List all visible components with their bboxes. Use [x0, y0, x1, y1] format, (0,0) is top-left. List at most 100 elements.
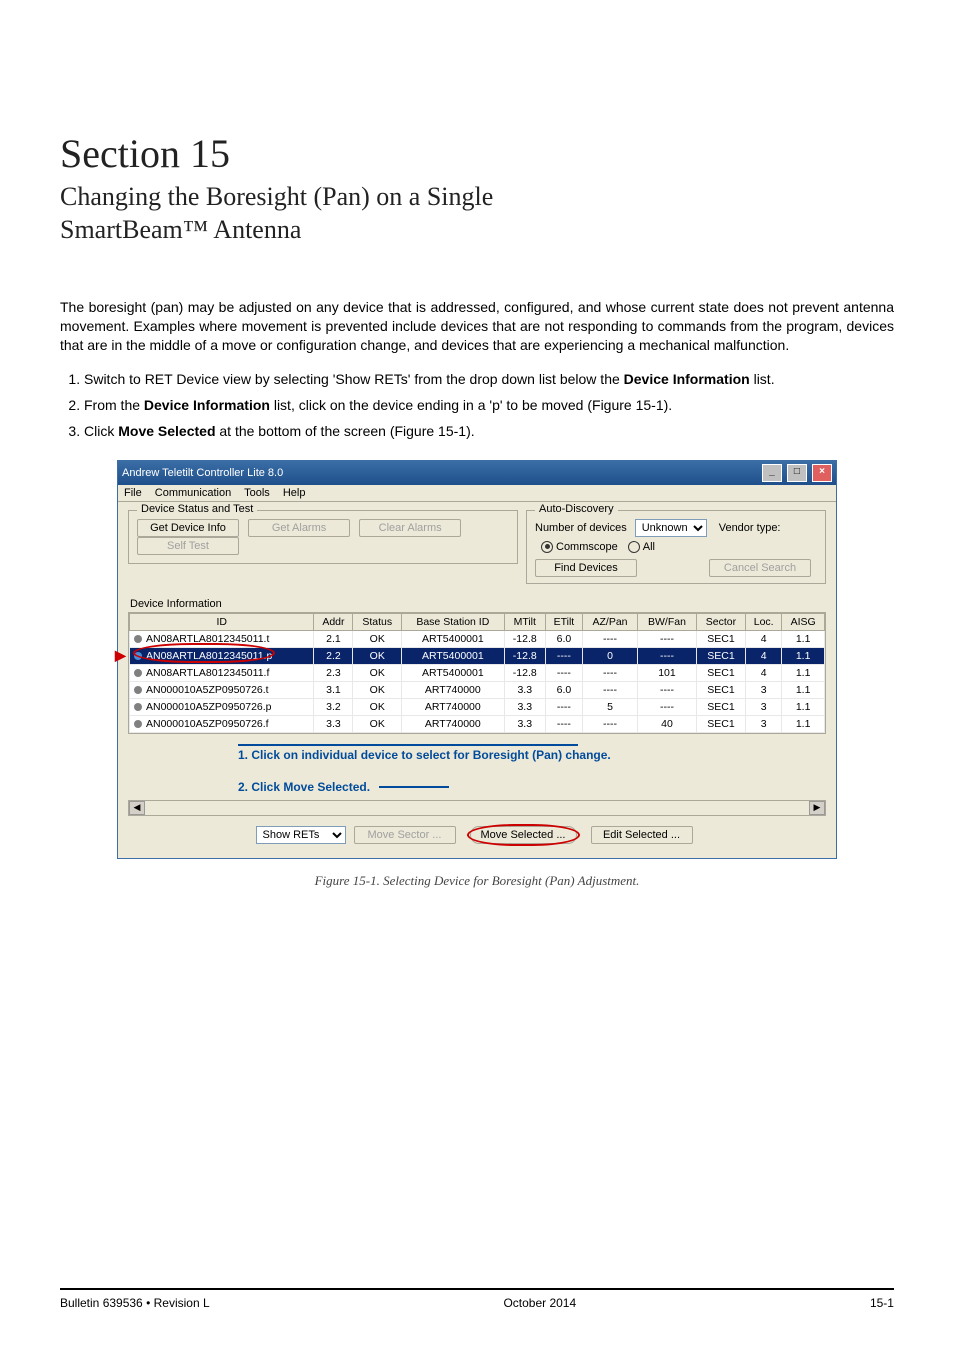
menu-communication[interactable]: Communication	[155, 487, 231, 499]
cell: ----	[582, 681, 637, 698]
group-auto-discovery-legend: Auto-Discovery	[535, 503, 618, 515]
cell: 1.1	[782, 681, 825, 698]
col-bwfan[interactable]: BW/Fan	[638, 613, 697, 630]
device-information-label: Device Information	[130, 598, 826, 610]
cell: 3.1	[314, 681, 353, 698]
section-title: Changing the Boresight (Pan) on a Single…	[60, 181, 894, 246]
cancel-search-button[interactable]: Cancel Search	[709, 559, 811, 577]
cell: 4	[746, 630, 782, 647]
cell: 2.2	[314, 647, 353, 664]
cell: OK	[353, 715, 402, 732]
cell: OK	[353, 647, 402, 664]
section-number: Section 15	[60, 130, 894, 177]
cell: OK	[353, 664, 402, 681]
step-3: Click Move Selected at the bottom of the…	[84, 421, 894, 441]
show-rets-select[interactable]: Show RETs	[256, 826, 346, 844]
table-row[interactable]: AN08ARTLA8012345011.t2.1OKART5400001-12.…	[130, 630, 825, 647]
cell: 1.1	[782, 630, 825, 647]
step-2: From the Device Information list, click …	[84, 395, 894, 415]
cell: ----	[582, 664, 637, 681]
horizontal-scrollbar[interactable]: ◀ ▶	[128, 800, 826, 816]
find-devices-button[interactable]: Find Devices	[535, 559, 637, 577]
cell: SEC1	[696, 698, 745, 715]
col-status[interactable]: Status	[353, 613, 402, 630]
table-row[interactable]: AN000010A5ZP0950726.p3.2OKART7400003.3--…	[130, 698, 825, 715]
menu-file[interactable]: File	[124, 487, 142, 499]
cell: AN000010A5ZP0950726.f	[130, 715, 314, 732]
cell: AN000010A5ZP0950726.t	[130, 681, 314, 698]
intro-paragraph: The boresight (pan) may be adjusted on a…	[60, 298, 894, 355]
scroll-left-icon[interactable]: ◀	[129, 801, 145, 815]
steps-list: Switch to RET Device view by selecting '…	[60, 369, 894, 442]
cell: AN000010A5ZP0950726.p	[130, 698, 314, 715]
table-row[interactable]: AN000010A5ZP0950726.f3.3OKART7400003.3--…	[130, 715, 825, 732]
grid-header-row: ID Addr Status Base Station ID MTilt ETi…	[130, 613, 825, 630]
cell: AN08ARTLA8012345011.f	[130, 664, 314, 681]
menubar[interactable]: File Communication Tools Help	[118, 485, 836, 502]
status-bullet-icon	[134, 652, 142, 660]
cell: 3	[746, 715, 782, 732]
cell: 1.1	[782, 647, 825, 664]
footer-left: Bulletin 639536 • Revision L	[60, 1296, 210, 1310]
clear-alarms-button[interactable]: Clear Alarms	[359, 519, 461, 537]
col-mtilt[interactable]: MTilt	[504, 613, 545, 630]
col-etilt[interactable]: ETilt	[545, 613, 582, 630]
move-selected-button[interactable]: Move Selected ...	[470, 826, 577, 844]
cell: 3	[746, 698, 782, 715]
col-id[interactable]: ID	[130, 613, 314, 630]
cell: -12.8	[504, 630, 545, 647]
table-row[interactable]: AN08ARTLA8012345011.p2.2OKART5400001-12.…	[130, 647, 825, 664]
cell: SEC1	[696, 630, 745, 647]
vendor-all-radio[interactable]: All	[628, 541, 655, 553]
cell: ART5400001	[402, 664, 505, 681]
cell: ----	[582, 715, 637, 732]
menu-help[interactable]: Help	[283, 487, 306, 499]
num-devices-label: Number of devices	[535, 522, 627, 534]
callout-2: 2. Click Move Selected.	[238, 780, 826, 794]
scroll-right-icon[interactable]: ▶	[809, 801, 825, 815]
col-sector[interactable]: Sector	[696, 613, 745, 630]
col-addr[interactable]: Addr	[314, 613, 353, 630]
cell: ----	[545, 664, 582, 681]
status-bullet-icon	[134, 669, 142, 677]
edit-selected-button[interactable]: Edit Selected ...	[591, 826, 693, 844]
cell: OK	[353, 698, 402, 715]
cell: AN08ARTLA8012345011.p	[130, 647, 314, 664]
cell: 1.1	[782, 664, 825, 681]
col-aisg[interactable]: AISG	[782, 613, 825, 630]
col-bsid[interactable]: Base Station ID	[402, 613, 505, 630]
vendor-commscope-radio[interactable]: Commscope	[541, 541, 618, 553]
footer-right: 15-1	[870, 1296, 894, 1310]
app-window: Andrew Teletilt Controller Lite 8.0 _ □ …	[117, 460, 837, 859]
num-devices-select[interactable]: Unknown	[635, 519, 707, 537]
cell: 2.3	[314, 664, 353, 681]
minimize-icon[interactable]: _	[762, 464, 782, 482]
group-auto-discovery: Auto-Discovery Number of devices Unknown…	[526, 510, 826, 584]
get-alarms-button[interactable]: Get Alarms	[248, 519, 350, 537]
group-device-status-legend: Device Status and Test	[137, 503, 257, 515]
cell: 3.3	[314, 715, 353, 732]
menu-tools[interactable]: Tools	[244, 487, 270, 499]
cell: ART740000	[402, 715, 505, 732]
self-test-button[interactable]: Self Test	[137, 537, 239, 555]
cell: SEC1	[696, 681, 745, 698]
table-row[interactable]: AN000010A5ZP0950726.t3.1OKART7400003.36.…	[130, 681, 825, 698]
cell: ----	[582, 630, 637, 647]
table-row[interactable]: AN08ARTLA8012345011.f2.3OKART5400001-12.…	[130, 664, 825, 681]
cell: 6.0	[545, 630, 582, 647]
col-loc[interactable]: Loc.	[746, 613, 782, 630]
cell: AN08ARTLA8012345011.t	[130, 630, 314, 647]
move-sector-button[interactable]: Move Sector ...	[354, 826, 456, 844]
col-azpan[interactable]: AZ/Pan	[582, 613, 637, 630]
cell: ----	[545, 715, 582, 732]
cell: ART740000	[402, 681, 505, 698]
cell: 0	[582, 647, 637, 664]
device-grid[interactable]: ▶ ID Addr Status Base Station ID MTilt E…	[128, 612, 826, 734]
titlebar[interactable]: Andrew Teletilt Controller Lite 8.0 _ □ …	[118, 461, 836, 485]
close-icon[interactable]: ×	[812, 464, 832, 482]
callout-1: 1. Click on individual device to select …	[238, 748, 826, 762]
get-device-info-button[interactable]: Get Device Info	[137, 519, 239, 537]
cell: 3.3	[504, 715, 545, 732]
cell: -12.8	[504, 664, 545, 681]
maximize-icon[interactable]: □	[787, 464, 807, 482]
